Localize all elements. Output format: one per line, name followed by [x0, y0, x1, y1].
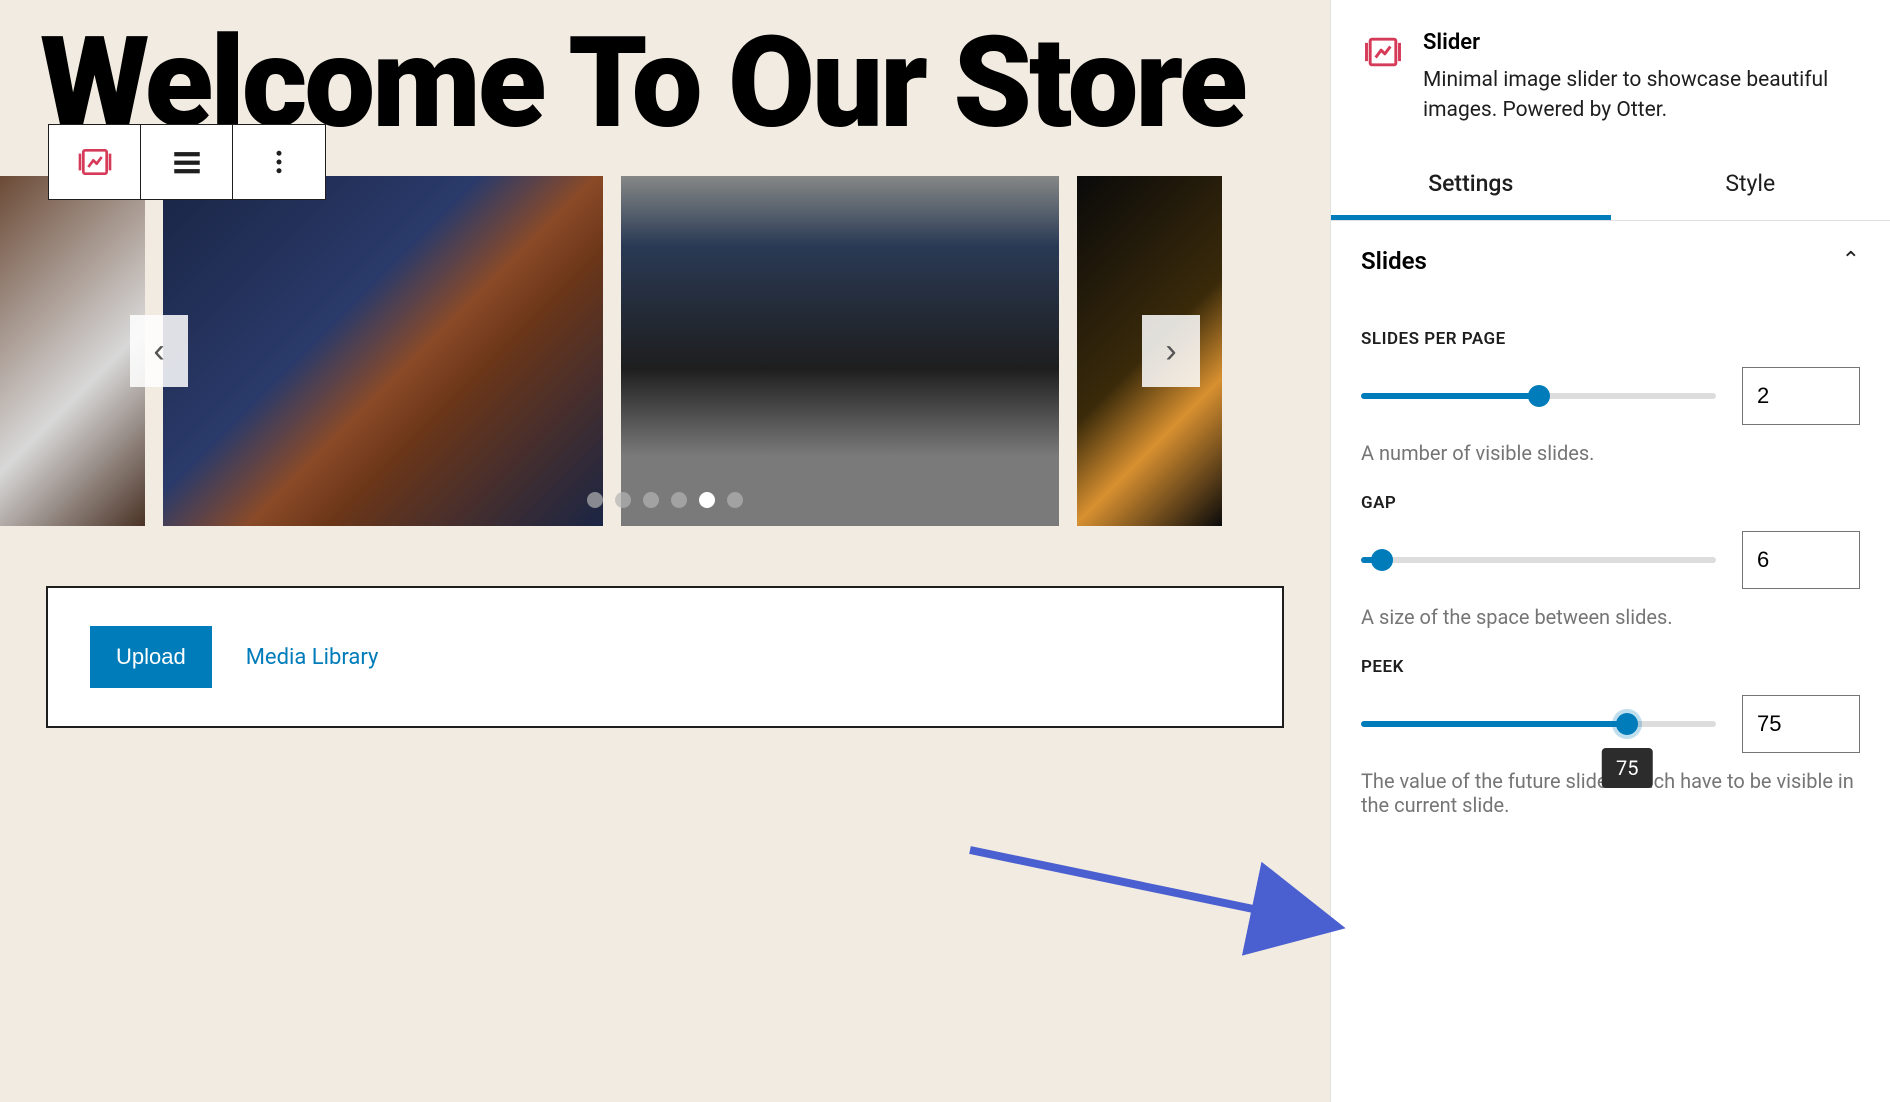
panel-title: Slides — [1361, 247, 1427, 275]
block-description: Minimal image slider to showcase beautif… — [1423, 65, 1860, 126]
slider-dot[interactable] — [587, 492, 603, 508]
inspector-sidebar: Slider Minimal image slider to showcase … — [1330, 0, 1890, 1102]
control-label: Slides Per Page — [1361, 329, 1860, 349]
upload-button[interactable]: Upload — [90, 626, 212, 688]
control-peek: Peek 75 The value of the future slides w… — [1361, 657, 1860, 817]
align-button[interactable] — [141, 125, 233, 199]
slider-dot[interactable] — [615, 492, 631, 508]
align-icon — [170, 145, 204, 179]
tab-style[interactable]: Style — [1611, 152, 1890, 220]
slider-icon — [1361, 30, 1405, 74]
slider-dot[interactable] — [671, 492, 687, 508]
media-library-link[interactable]: Media Library — [246, 645, 379, 670]
media-placeholder: Upload Media Library — [46, 586, 1284, 728]
slider-dot[interactable] — [643, 492, 659, 508]
slider-dot-active[interactable] — [699, 492, 715, 508]
control-help: A number of visible slides. — [1361, 441, 1860, 465]
panel-toggle[interactable]: Slides ⌃ — [1361, 221, 1860, 301]
slider-tooltip: 75 — [1602, 748, 1652, 788]
slider-next-button[interactable]: › — [1142, 315, 1200, 387]
chevron-up-icon: ⌃ — [1842, 248, 1860, 273]
control-slides-per-page: Slides Per Page A number of visible slid… — [1361, 329, 1860, 465]
slide-2 — [621, 176, 1059, 526]
slider-dots — [587, 492, 743, 508]
more-options-button[interactable] — [233, 125, 325, 199]
slider-prev-button[interactable]: ‹ — [130, 315, 188, 387]
slides-per-page-input[interactable] — [1742, 367, 1860, 425]
control-label: Peek — [1361, 657, 1860, 677]
slide-1 — [163, 176, 603, 526]
tab-settings[interactable]: Settings — [1331, 152, 1611, 220]
block-name: Slider — [1423, 30, 1860, 55]
slider-dot[interactable] — [727, 492, 743, 508]
block-type-button[interactable] — [49, 125, 141, 199]
peek-slider[interactable]: 75 — [1361, 714, 1716, 734]
annotation-arrow — [960, 840, 1360, 960]
editor-canvas: Welcome To Our Store ‹ › — [0, 0, 1330, 1102]
control-help: A size of the space between slides. — [1361, 605, 1860, 629]
panel-slides: Slides ⌃ Slides Per Page A number of vis… — [1331, 221, 1890, 831]
slides-per-page-slider[interactable] — [1361, 386, 1716, 406]
more-vertical-icon — [264, 147, 294, 177]
peek-input[interactable] — [1742, 695, 1860, 753]
gap-input[interactable] — [1742, 531, 1860, 589]
slide-peek-left — [0, 176, 145, 526]
slider-icon — [75, 142, 115, 182]
slider-block[interactable]: ‹ › — [0, 176, 1330, 526]
block-toolbar — [48, 124, 326, 200]
control-label: Gap — [1361, 493, 1860, 513]
inspector-tabs: Settings Style — [1331, 152, 1890, 221]
gap-slider[interactable] — [1361, 550, 1716, 570]
block-card: Slider Minimal image slider to showcase … — [1331, 0, 1890, 152]
control-gap: Gap A size of the space between slides. — [1361, 493, 1860, 629]
